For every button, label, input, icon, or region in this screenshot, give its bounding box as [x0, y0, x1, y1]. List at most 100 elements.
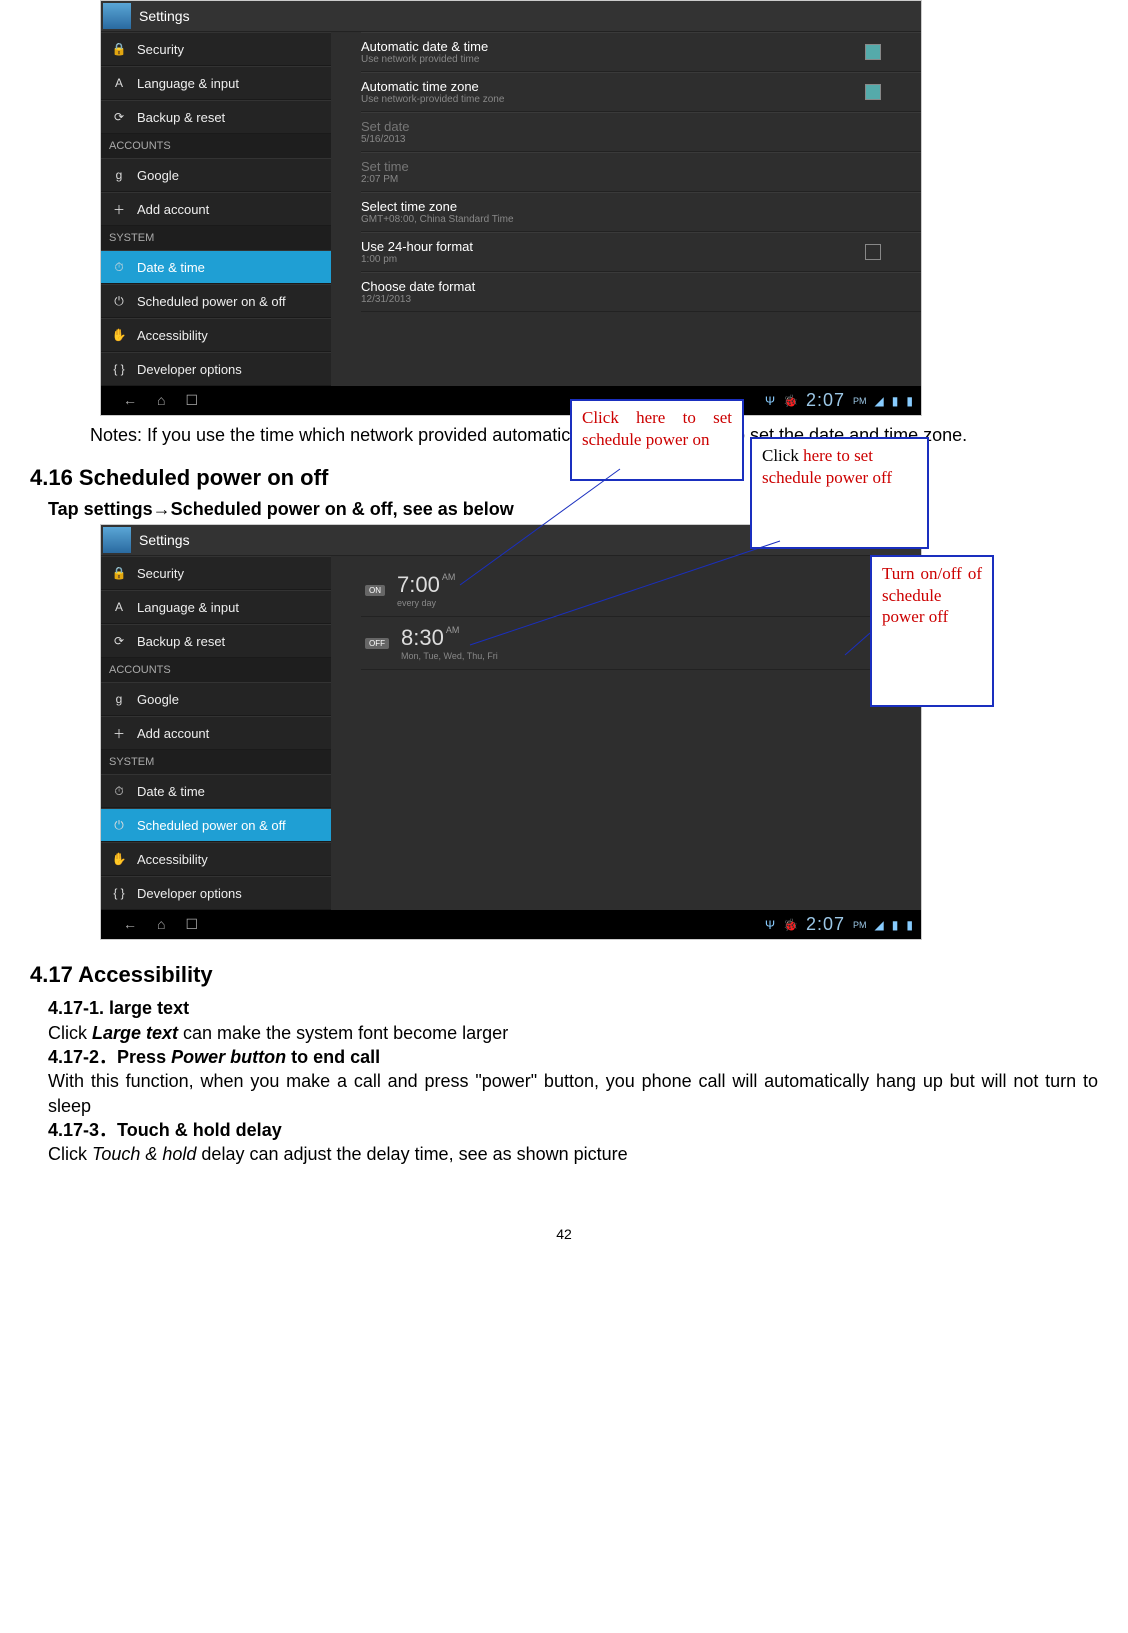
schedule-row-off[interactable]: OFF8:30 AMMon, Tue, Wed, Thu, Fri	[361, 617, 921, 670]
sidebar-item-developer-options[interactable]: { }Developer options	[101, 876, 331, 910]
wifi-icon: ◢	[875, 918, 884, 932]
setting-row-select-time-zone[interactable]: Select time zoneGMT+08:00, China Standar…	[361, 192, 921, 232]
A-icon: A	[111, 75, 127, 91]
setting-row-automatic-time-zone[interactable]: Automatic time zoneUse network-provided …	[361, 72, 921, 112]
app-title: Settings	[133, 532, 190, 548]
plus-icon: ＋	[111, 201, 127, 217]
status-area: Ψ 🐞 2:07 PM ◢ ▮ ▮	[765, 914, 913, 935]
setting-row-choose-date-format[interactable]: Choose date format12/31/2013	[361, 272, 921, 312]
sidebar-item-security[interactable]: 🔒 Security	[101, 556, 331, 590]
sidebar-item-label: Security	[137, 42, 184, 57]
sidebar-item-label: Scheduled power on & off	[137, 294, 286, 309]
h-4-17-1: 4.17-1. large text	[48, 998, 189, 1018]
sidebar-item-language-input[interactable]: A Language & input	[101, 66, 331, 100]
sidebar-item-date-time[interactable]: ⏱Date & time	[101, 250, 331, 284]
sidebar-item-accessibility[interactable]: ✋ Accessibility	[101, 842, 331, 876]
settings-app-icon	[103, 3, 131, 29]
sidebar-header: SYSTEM	[101, 750, 331, 774]
sidebar-item-add-account[interactable]: ＋Add account	[101, 716, 331, 750]
recent-icon[interactable]: ☐	[185, 392, 198, 409]
wifi-icon: ◢	[875, 394, 884, 408]
plus-icon: ＋	[111, 725, 127, 741]
sidebar-item-add-account[interactable]: ＋ Add account	[101, 192, 331, 226]
sidebar-item-google[interactable]: gGoogle	[101, 682, 331, 716]
setting-title: Automatic date & time	[361, 39, 488, 54]
lock-icon: 🔒	[111, 565, 127, 581]
usb-icon: Ψ	[765, 394, 775, 408]
setting-title: Set date	[361, 119, 409, 134]
setting-checkbox[interactable]	[865, 244, 881, 260]
schedule-row-on[interactable]: ON7:00 AMevery day	[361, 564, 921, 617]
setting-subtitle: Use network provided time	[361, 54, 488, 65]
battery-icon: ▮	[906, 394, 913, 408]
sidebar-item-label: Backup & reset	[137, 634, 225, 649]
scheduled-power-pane: ON7:00 AMevery dayOFF8:30 AMMon, Tue, We…	[331, 556, 921, 910]
hand-icon: ✋	[111, 851, 127, 867]
back-icon[interactable]: ←	[123, 916, 137, 933]
battery-icon: ▮	[906, 918, 913, 932]
section-4-17-heading: 4.17 Accessibility	[30, 962, 1098, 988]
sidebar-item-scheduled-power-on-off[interactable]: ⏻ Scheduled power on & off	[101, 284, 331, 318]
screenshot-date-time: Settings 🔒SecurityALanguage & input⟳Back…	[100, 0, 922, 416]
notes-text: Notes: If you use the time which network…	[30, 416, 1098, 447]
A-icon: A	[111, 599, 127, 615]
recent-icon[interactable]: ☐	[185, 916, 198, 933]
settings-app-icon	[103, 527, 131, 553]
g-icon: g	[111, 167, 127, 183]
setting-subtitle: Use network-provided time zone	[361, 94, 504, 105]
sidebar-item-security[interactable]: 🔒Security	[101, 32, 331, 66]
settings-sidebar: 🔒Security A Language & input ⟳ Backup & rese…	[101, 32, 331, 386]
sidebar-item-backup-reset[interactable]: ⟳ Backup & reset	[101, 100, 331, 134]
setting-subtitle: 1:00 pm	[361, 254, 473, 265]
schedule-time: 7:00	[397, 572, 440, 597]
sidebar-item-developer-options[interactable]: { } Developer options	[101, 352, 331, 386]
hand-icon: ✋	[111, 327, 127, 343]
sidebar-item-label: Scheduled power on & off	[137, 818, 286, 833]
sidebar-header: ACCOUNTS	[101, 658, 331, 682]
home-icon[interactable]: ⌂	[157, 392, 165, 409]
sidebar-item-label: Google	[137, 168, 179, 183]
status-time: 2:07	[806, 914, 845, 935]
setting-subtitle: 12/31/2013	[361, 294, 475, 305]
sidebar-item-language-input[interactable]: ALanguage & input	[101, 590, 331, 624]
setting-row-set-time: Set time2:07 PM	[361, 152, 921, 192]
sidebar-item-accessibility[interactable]: ✋Accessibility	[101, 318, 331, 352]
setting-subtitle: 5/16/2013	[361, 134, 409, 145]
signal-icon: ▮	[892, 394, 899, 408]
back-icon[interactable]: ←	[123, 392, 137, 409]
sidebar-item-label: Language & input	[137, 76, 239, 91]
sidebar-item-google[interactable]: g Google	[101, 158, 331, 192]
sidebar-item-label: Developer options	[137, 362, 242, 377]
braces-icon: { }	[111, 361, 127, 377]
sidebar-item-label: Accessibility	[137, 852, 208, 867]
sidebar-item-scheduled-power-on-off[interactable]: ⏻Scheduled power on & off	[101, 808, 331, 842]
sidebar-item-label: Security	[137, 566, 184, 581]
setting-row-automatic-date-time[interactable]: Automatic date & timeUse network provide…	[361, 32, 921, 72]
debug-icon: 🐞	[783, 918, 798, 932]
settings-detail-pane: Automatic date & timeUse network provide…	[331, 32, 921, 386]
debug-icon: 🐞	[783, 394, 798, 408]
home-icon[interactable]: ⌂	[157, 916, 165, 933]
setting-title: Set time	[361, 159, 409, 174]
setting-subtitle: 2:07 PM	[361, 174, 409, 185]
power-icon: ⏻	[111, 293, 127, 309]
schedule-ampm: AM	[440, 572, 456, 582]
sidebar-item-label: Date & time	[137, 260, 205, 275]
sidebar-item-date-time[interactable]: ⏱Date & time	[101, 774, 331, 808]
setting-title: Select time zone	[361, 199, 514, 214]
setting-checkbox[interactable]	[865, 44, 881, 60]
setting-row-use-hour-format[interactable]: Use 24-hour format1:00 pm	[361, 232, 921, 272]
status-ampm: PM	[853, 920, 867, 930]
sidebar-item-label: Backup & reset	[137, 110, 225, 125]
status-time: 2:07	[806, 390, 845, 411]
schedule-badge: OFF	[365, 638, 389, 649]
sidebar-item-label: Developer options	[137, 886, 242, 901]
loop-icon: ⟳	[111, 633, 127, 649]
sidebar-item-backup-reset[interactable]: ⟳ Backup & reset	[101, 624, 331, 658]
sidebar-item-label: Add account	[137, 202, 209, 217]
g-icon: g	[111, 691, 127, 707]
settings-sidebar: 🔒 Security ALanguage & input ⟳ Backup & rese…	[101, 556, 331, 910]
section-4-17-body: 4.17-1. large text Click Large text can …	[48, 996, 1098, 1166]
loop-icon: ⟳	[111, 109, 127, 125]
setting-checkbox[interactable]	[865, 84, 881, 100]
